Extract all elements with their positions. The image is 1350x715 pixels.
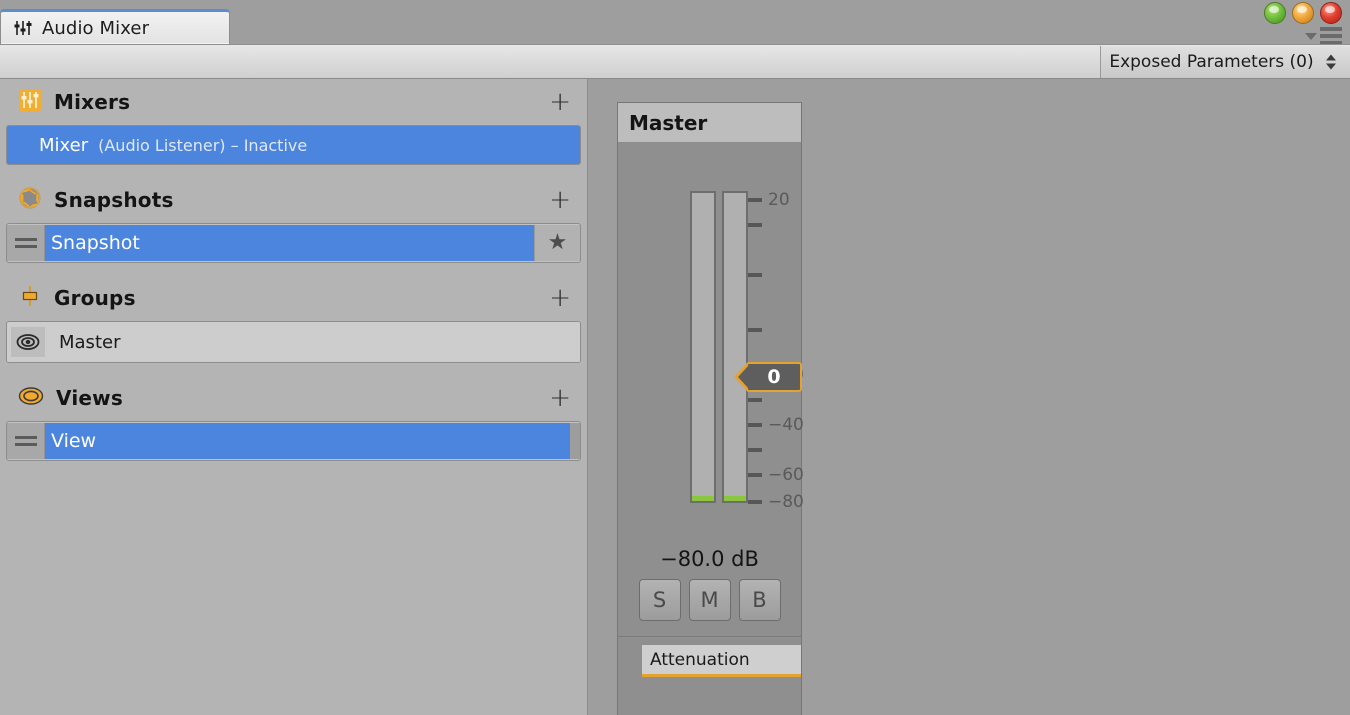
close-button[interactable] (1320, 2, 1342, 24)
scale-tick (748, 328, 762, 332)
aperture-icon (18, 186, 42, 214)
fader-value: 0 (767, 366, 781, 388)
effects-list: Attenuation (618, 636, 801, 713)
scale-tick (748, 448, 762, 452)
section-title-mixers: Mixers (54, 90, 131, 114)
db-scale: 20 −20 −40 −60 −80 (748, 183, 804, 513)
meter-left-level (692, 496, 714, 501)
scale-tick (748, 473, 762, 477)
scale-label: −40 (768, 415, 804, 435)
meter-right (722, 191, 748, 503)
bypass-button[interactable]: B (738, 579, 781, 621)
star-icon: ★ (547, 230, 568, 255)
mixer-faders-icon (18, 88, 42, 116)
section-title-views: Views (56, 386, 123, 410)
panel-menu[interactable] (1305, 27, 1342, 45)
list-item-view[interactable]: View (7, 422, 580, 460)
views-list: View (6, 421, 581, 461)
maximize-button[interactable] (1292, 2, 1314, 24)
strip-title: Master (629, 110, 708, 135)
eye-ellipse-icon (18, 384, 44, 412)
scale-tick (748, 273, 762, 277)
scale-tick (748, 223, 762, 227)
exposed-parameters-label: Exposed Parameters (0) (1109, 52, 1314, 72)
add-view-button[interactable]: + (549, 385, 571, 411)
scale-tick (748, 198, 762, 202)
groups-list: Master (6, 321, 581, 363)
section-title-snapshots: Snapshots (54, 188, 174, 212)
mixer-name: Mixer (39, 134, 89, 156)
section-header-mixers: Mixers + (0, 79, 587, 125)
strip-header[interactable]: Master (618, 103, 801, 143)
drag-handle-icon[interactable] (7, 423, 45, 459)
eye-icon[interactable] (11, 327, 45, 357)
minimize-button[interactable] (1264, 2, 1286, 24)
mixer-strip-master: Master 20 −40 −60 −80 0 −80.0 dB S M B A… (617, 102, 804, 715)
meter-left (690, 191, 716, 503)
add-snapshot-button[interactable]: + (549, 187, 571, 213)
fader-icon (18, 284, 42, 312)
mute-button[interactable]: M (688, 579, 731, 621)
volume-fader-handle[interactable]: 0 (734, 362, 802, 392)
strip-toggle-buttons: S M B (618, 579, 801, 621)
scale-label: −80 (768, 492, 804, 512)
section-header-snapshots: Snapshots + (0, 177, 587, 223)
snapshot-name-field[interactable]: Snapshot (45, 225, 534, 261)
audio-mixer-icon (13, 18, 33, 38)
scale-tick (748, 500, 762, 504)
audio-mixer-window: Audio Mixer Exposed Parameters (0) Mixer… (0, 0, 1350, 715)
window-controls (1264, 2, 1342, 24)
solo-button[interactable]: S (638, 579, 681, 621)
meter-area: 20 −20 −40 −60 −80 0 (618, 143, 804, 543)
section-header-views: Views + (0, 375, 587, 421)
scale-label: 20 (768, 190, 790, 210)
list-item-snapshot[interactable]: Snapshot ★ (7, 224, 580, 262)
main-body: Mixers + Mixer (Audio Listener) – Inacti… (0, 79, 1350, 715)
scale-label: −60 (768, 465, 804, 485)
group-name: Master (59, 331, 121, 353)
sidebar: Mixers + Mixer (Audio Listener) – Inacti… (0, 79, 588, 715)
effect-name: Attenuation (650, 649, 750, 670)
list-item-mixer[interactable]: Mixer (Audio Listener) – Inactive (7, 126, 580, 164)
add-group-button[interactable]: + (549, 285, 571, 311)
title-bar: Audio Mixer (0, 0, 1350, 45)
view-name-field[interactable]: View (45, 423, 570, 459)
add-mixer-button[interactable]: + (549, 89, 571, 115)
exposed-parameters-dropdown[interactable]: Exposed Parameters (0) (1100, 46, 1350, 78)
up-down-arrows-icon (1326, 54, 1336, 70)
hamburger-menu-icon[interactable] (1320, 27, 1342, 45)
snapshots-list: Snapshot ★ (6, 223, 581, 263)
list-item-group-master[interactable]: Master (7, 322, 580, 362)
drag-handle-icon[interactable] (7, 225, 45, 261)
db-readout: −80.0 dB (660, 547, 759, 571)
scale-tick (748, 423, 762, 427)
snapshot-star-button[interactable]: ★ (534, 225, 580, 261)
tab-label: Audio Mixer (42, 17, 150, 39)
tab-audio-mixer[interactable]: Audio Mixer (0, 9, 230, 44)
section-title-groups: Groups (54, 286, 136, 310)
effect-row-attenuation[interactable]: Attenuation (642, 645, 801, 677)
mixer-status: (Audio Listener) – Inactive (98, 135, 308, 155)
mixers-list: Mixer (Audio Listener) – Inactive (6, 125, 581, 165)
chevron-down-icon[interactable] (1305, 32, 1317, 40)
view-scrollbar[interactable] (570, 423, 580, 459)
section-header-groups: Groups + (0, 275, 587, 321)
toolbar: Exposed Parameters (0) (0, 44, 1350, 79)
meter-right-level (724, 496, 746, 501)
scale-tick (748, 398, 762, 402)
